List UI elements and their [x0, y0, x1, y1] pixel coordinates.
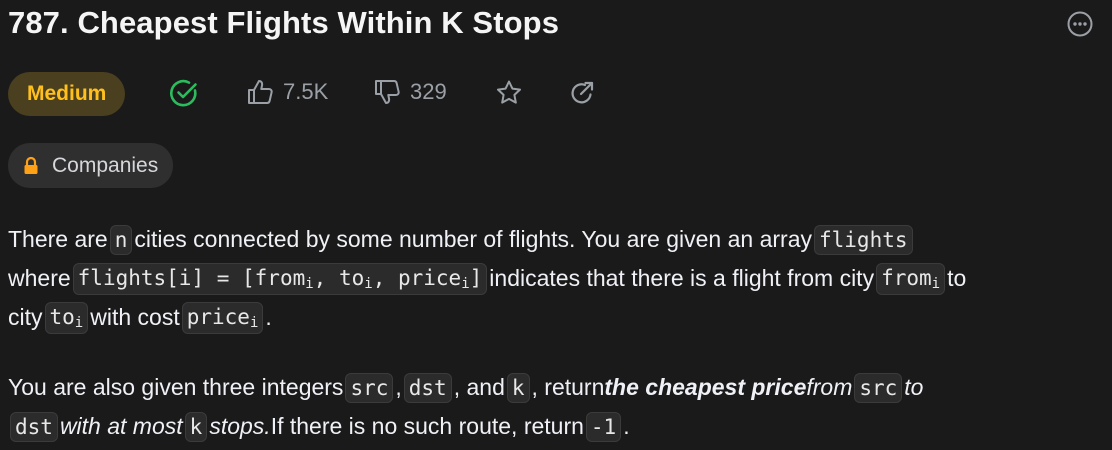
code-price: pricei: [181, 301, 264, 334]
desc-text: If there is no such route, return: [270, 413, 584, 439]
more-icon: [1067, 11, 1093, 37]
like-button[interactable]: 7.5K: [245, 77, 328, 107]
description-line: where flights[i] = [fromi, toi, pricei] …: [8, 259, 1108, 298]
italic-text: with at most: [59, 413, 183, 439]
desc-text: where: [8, 265, 71, 291]
favorite-button[interactable]: [494, 78, 524, 108]
description-line: There are n cities connected by some num…: [8, 220, 1108, 259]
thumbs-up-icon: [248, 80, 273, 104]
star-icon: [497, 80, 521, 104]
italic-text: stops.: [209, 413, 271, 439]
code-src: src: [345, 372, 394, 403]
problem-title: 787. Cheapest Flights Within K Stops: [8, 5, 560, 40]
solved-check-icon: [170, 79, 197, 107]
code-k: k: [184, 411, 208, 442]
desc-text: with cost: [90, 304, 180, 330]
desc-text: city: [8, 304, 43, 330]
desc-text: .: [265, 304, 272, 330]
desc-text: There are: [8, 226, 108, 252]
code-dst: dst: [10, 411, 58, 442]
code-from: fromi: [876, 262, 946, 295]
likes-count: 7.5K: [283, 79, 329, 104]
desc-text: to: [947, 265, 967, 291]
code-flights: flights: [814, 224, 913, 255]
problem-panel: 787. Cheapest Flights Within K Stops Med…: [0, 0, 1112, 450]
code-dst: dst: [403, 372, 452, 403]
problem-description: There are n cities connected by some num…: [8, 220, 1108, 446]
share-icon: [571, 81, 594, 104]
companies-label: Companies: [52, 153, 159, 177]
code-flights-def: flights[i] = [fromi, toi, pricei]: [72, 262, 488, 295]
desc-text: cities connected by some number of fligh…: [134, 226, 812, 252]
share-button[interactable]: [568, 79, 596, 107]
solved-status: [168, 77, 200, 109]
more-options-button[interactable]: [1066, 10, 1094, 38]
description-line: dst with at most k stops. If there is no…: [8, 407, 1108, 446]
thumbs-down-icon: [375, 80, 400, 104]
companies-tag[interactable]: Companies: [8, 143, 174, 188]
desc-text: .: [623, 413, 630, 439]
desc-text: indicates that there is a flight from ci…: [489, 265, 875, 291]
desc-text: , and: [453, 374, 505, 400]
code-src: src: [854, 372, 903, 403]
code-k: k: [506, 372, 530, 403]
italic-text: to: [904, 374, 924, 400]
dislikes-count: 329: [410, 79, 447, 104]
difficulty-badge: Medium: [8, 72, 126, 116]
code-n: n: [109, 224, 133, 255]
description-line: You are also given three integers src, d…: [8, 368, 1108, 407]
problem-meta-row: Medium 7.5K 329: [8, 71, 594, 117]
desc-text: You are also given three integers: [8, 374, 344, 400]
emphasis-text: the cheapest price: [604, 374, 807, 400]
description-line: city toi with cost pricei.: [8, 298, 1108, 337]
code-to: toi: [44, 301, 89, 334]
dislike-button[interactable]: 329: [372, 77, 447, 107]
italic-text: from: [806, 374, 853, 400]
desc-text: ,: [395, 374, 402, 400]
desc-text: , return: [531, 374, 605, 400]
code-minus-one: -1: [585, 411, 622, 442]
lock-icon: [24, 156, 38, 174]
